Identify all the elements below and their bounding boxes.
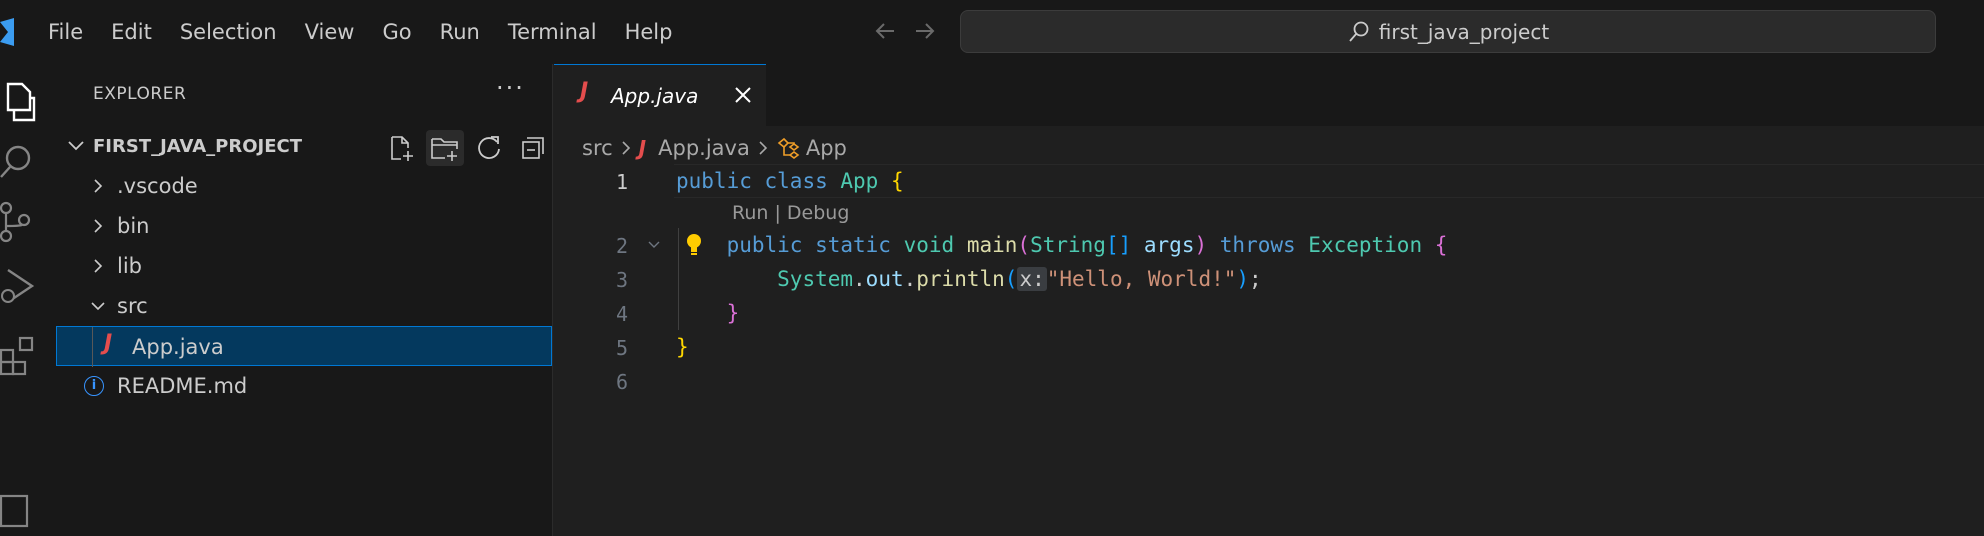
tab-app-java[interactable]: J App.java xyxy=(554,64,766,126)
explorer-icon[interactable] xyxy=(0,80,40,124)
tree-item-label: bin xyxy=(117,214,150,238)
navigation-arrows xyxy=(872,16,938,46)
explorer-sidebar: EXPLORER ··· FIRST_JAVA_PROJECT .vscode … xyxy=(56,64,553,536)
menu-help[interactable]: Help xyxy=(611,0,687,64)
tree-item-readme[interactable]: i README.md xyxy=(56,366,552,406)
explorer-actions xyxy=(382,130,552,166)
codelens[interactable]: Run | Debug xyxy=(554,198,1984,228)
code-text: public class App { xyxy=(676,169,904,193)
tree-item-lib[interactable]: lib xyxy=(56,246,552,286)
file-tree: .vscode bin lib src J App.java i README.… xyxy=(56,166,552,406)
vscode-logo-icon xyxy=(0,18,14,46)
editor-tabs: J App.java xyxy=(554,64,1984,126)
run-debug-icon[interactable] xyxy=(0,264,40,308)
extensions-icon[interactable] xyxy=(0,332,40,376)
tree-item-label: README.md xyxy=(117,374,248,398)
chevron-right-icon xyxy=(759,141,767,155)
breadcrumb-file-label: App.java xyxy=(658,136,750,160)
refresh-icon xyxy=(478,136,500,159)
arrow-left-icon[interactable] xyxy=(872,16,898,46)
code-editor[interactable]: 1 public class App { Run | Debug 2 publi… xyxy=(554,164,1984,398)
chevron-right-icon xyxy=(622,141,630,155)
menu-selection[interactable]: Selection xyxy=(166,0,291,64)
line-number: 1 xyxy=(615,170,628,194)
code-line-6[interactable]: 6 xyxy=(554,364,1984,398)
new-folder-icon xyxy=(431,138,458,161)
info-icon: i xyxy=(84,376,104,396)
code-line-3[interactable]: 3 System.out.println(x:"Hello, World!"); xyxy=(554,262,1984,296)
tree-item-label: .vscode xyxy=(117,174,198,198)
tab-label: App.java xyxy=(611,84,699,108)
line-number: 6 xyxy=(615,370,628,394)
new-folder-button[interactable] xyxy=(426,130,464,166)
code-text: } xyxy=(676,335,689,359)
menu-view[interactable]: View xyxy=(291,0,369,64)
editor-area: J App.java src J App.java App 1 public c… xyxy=(554,64,1984,536)
code-text: } xyxy=(726,301,740,325)
chevron-right-icon xyxy=(94,179,103,193)
search-icon xyxy=(1349,21,1369,42)
project-section-header[interactable]: FIRST_JAVA_PROJECT xyxy=(56,128,552,166)
code-text: System.out.println(x:"Hello, World!"); xyxy=(777,267,1262,291)
more-actions-icon[interactable]: ··· xyxy=(496,74,525,102)
menu-edit[interactable]: Edit xyxy=(97,0,166,64)
command-center-search[interactable]: first_java_project xyxy=(960,10,1936,53)
menu-go[interactable]: Go xyxy=(368,0,425,64)
breadcrumb-folder[interactable]: src xyxy=(582,136,613,160)
search-icon[interactable] xyxy=(0,140,40,184)
code-text: public static void main(String[] args) t… xyxy=(726,233,1448,257)
line-number: 2 xyxy=(615,234,628,258)
breadcrumb-file[interactable]: J App.java xyxy=(639,136,750,160)
new-file-icon xyxy=(391,136,413,161)
tree-item-label: src xyxy=(117,294,148,318)
java-file-icon: J xyxy=(638,136,647,160)
run-debug-codelens[interactable]: Run | Debug xyxy=(732,202,849,224)
tree-item-label: App.java xyxy=(132,335,224,359)
arrow-right-icon[interactable] xyxy=(912,16,938,46)
refresh-button[interactable] xyxy=(470,130,508,166)
tree-item-bin[interactable]: bin xyxy=(56,206,552,246)
indent-guide xyxy=(92,327,93,367)
chevron-right-icon xyxy=(94,219,103,233)
line-number: 4 xyxy=(615,302,628,326)
breadcrumb: src J App.java App xyxy=(582,134,847,162)
menu-run[interactable]: Run xyxy=(426,0,494,64)
collapse-all-icon xyxy=(522,137,544,159)
tree-item-label: lib xyxy=(117,254,142,278)
code-line-1[interactable]: 1 public class App { xyxy=(554,164,1984,198)
sidebar-title: EXPLORER xyxy=(93,84,187,104)
testing-icon[interactable] xyxy=(0,488,40,532)
line-number: 3 xyxy=(615,268,628,292)
chevron-right-icon xyxy=(94,259,103,273)
java-file-icon: J xyxy=(104,331,113,356)
line-number: 5 xyxy=(615,336,628,360)
project-name: FIRST_JAVA_PROJECT xyxy=(93,136,302,157)
title-bar: File Edit Selection View Go Run Terminal… xyxy=(0,0,1984,64)
new-file-button[interactable] xyxy=(382,130,420,166)
code-line-5[interactable]: 5 } xyxy=(554,330,1984,364)
tree-item-vscode[interactable]: .vscode xyxy=(56,166,552,206)
breadcrumb-symbol-label: App xyxy=(805,136,847,160)
tree-item-app-java[interactable]: J App.java xyxy=(56,326,552,367)
code-line-2[interactable]: 2 public static void main(String[] args)… xyxy=(554,228,1984,262)
chevron-down-icon xyxy=(68,141,84,151)
menu-terminal[interactable]: Terminal xyxy=(494,0,611,64)
menu-file[interactable]: File xyxy=(34,0,97,64)
chevron-down-icon xyxy=(91,302,105,311)
tree-item-src[interactable]: src xyxy=(56,286,552,326)
activity-bar xyxy=(0,64,56,536)
code-line-4[interactable]: 4 } xyxy=(554,296,1984,330)
source-control-icon[interactable] xyxy=(0,200,40,244)
class-symbol-icon xyxy=(777,137,800,159)
close-icon[interactable] xyxy=(731,83,755,107)
fold-chevron-icon[interactable] xyxy=(646,237,662,253)
breadcrumb-symbol[interactable]: App xyxy=(776,136,847,160)
command-center-label: first_java_project xyxy=(1378,19,1550,44)
java-file-icon: J xyxy=(580,79,589,104)
collapse-all-button[interactable] xyxy=(514,130,552,166)
menu-bar: File Edit Selection View Go Run Terminal… xyxy=(34,0,686,64)
